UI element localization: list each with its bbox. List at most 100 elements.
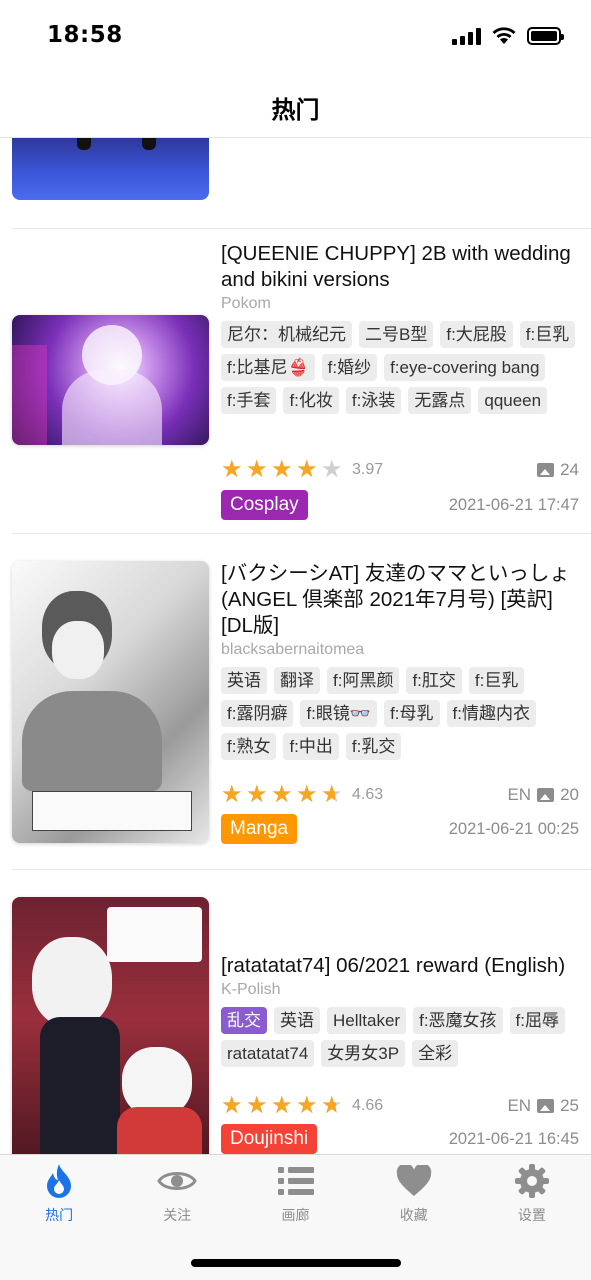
tag[interactable]: f:乳交 — [345, 733, 402, 760]
tag[interactable]: f:巨乳 — [519, 321, 576, 348]
flame-icon — [39, 1161, 79, 1201]
battery-icon — [527, 26, 564, 45]
nav-header: 热门 — [0, 78, 591, 138]
tab-label: 画廊 — [281, 1208, 310, 1224]
gallery-list[interactable]: [QUEENIE CHUPPY] 2B with wedding and bik… — [0, 138, 591, 1154]
star-icon: ★★ — [321, 780, 343, 808]
star-icon: ★★ — [221, 455, 243, 483]
item-date: 2021-06-21 00:25 — [448, 820, 579, 838]
item-uploader: Pokom — [221, 295, 271, 312]
status-icons — [452, 26, 564, 45]
star-icon: ★★ — [246, 780, 268, 808]
star-icon: ★★ — [271, 455, 293, 483]
tag[interactable]: f:肛交 — [406, 667, 462, 694]
tag[interactable]: ratatatat74 — [221, 1040, 315, 1067]
tag[interactable]: f:泳装 — [345, 387, 402, 414]
item-title: [QUEENIE CHUPPY] 2B with wedding and bik… — [221, 242, 571, 291]
star-icon: ★★ — [221, 1091, 243, 1119]
tab-label: 收藏 — [399, 1208, 428, 1224]
tag[interactable]: 尼尔：机械纪元 — [221, 321, 352, 348]
list-item[interactable]: [QUEENIE CHUPPY] 2B with wedding and bik… — [0, 228, 591, 533]
tag[interactable]: f:屈辱 — [509, 1007, 565, 1034]
tab-favorites[interactable]: 收藏 — [355, 1155, 473, 1235]
tab-label: 关注 — [163, 1208, 192, 1224]
item-meta: ★ ★ ★ ★ ★ ★ ★ ★ ★ ★ 4.63 EN 20 — [221, 780, 579, 809]
tag-list: 乱交 英语 Helltaker f:恶魔女孩 f:屈辱 ratatatat74 … — [221, 1007, 579, 1067]
tag-highlighted[interactable]: 乱交 — [221, 1007, 267, 1034]
item-meta: ★ ★ ★ ★ ★ ★ ★ ★ ★ ★ 4.66 EN 25 — [221, 1091, 579, 1120]
tag[interactable]: f:婚纱 — [321, 354, 378, 381]
tab-following[interactable]: 关注 — [118, 1155, 236, 1235]
image-icon — [537, 788, 555, 802]
rating-stars: ★ ★ ★ ★ ★ ★ ★ ★ ★ ★ 4.63 — [221, 780, 384, 808]
star-icon: ★★ — [321, 1091, 343, 1119]
star-icon: ★★ — [271, 1091, 293, 1119]
page-title: 热门 — [271, 96, 320, 124]
home-indicator — [191, 1259, 401, 1267]
tag[interactable]: f:eye-covering bang — [384, 354, 546, 381]
tag[interactable]: 英语 — [221, 667, 267, 694]
image-icon — [537, 463, 555, 477]
tag-list: 尼尔：机械纪元 二号B型 f:大屁股 f:巨乳 f:比基尼👙 f:婚纱 f:ey… — [221, 321, 579, 414]
category-badge: Doujinshi — [221, 1124, 318, 1154]
tag-list: 英语 翻译 f:阿黑颜 f:肛交 f:巨乳 f:露阴癖 f:眼镜👓 f:母乳 f… — [221, 667, 579, 760]
tag[interactable]: f:熟女 — [221, 733, 277, 760]
page-count: EN 20 — [507, 785, 579, 805]
star-icon: ★★ — [246, 455, 268, 483]
tab-settings[interactable]: 设置 — [473, 1155, 591, 1235]
tag[interactable]: f:中出 — [283, 733, 339, 760]
gear-icon — [512, 1161, 552, 1201]
star-icon: ★★ — [296, 455, 318, 483]
tag[interactable]: 全彩 — [412, 1040, 459, 1067]
tag[interactable]: 无露点 — [408, 387, 472, 414]
tag[interactable]: 翻译 — [274, 667, 320, 694]
tag[interactable]: f:巨乳 — [468, 667, 525, 694]
tag[interactable]: f:恶魔女孩 — [413, 1007, 503, 1034]
item-thumbnail[interactable] — [12, 561, 209, 843]
tag[interactable]: Helltaker — [327, 1007, 407, 1034]
star-icon: ★★ — [271, 780, 293, 808]
item-footer: Cosplay 2021-06-21 17:47 — [221, 490, 579, 520]
category-badge: Cosplay — [221, 490, 308, 520]
tag[interactable]: f:阿黑颜 — [327, 667, 400, 694]
star-icon: ★★ — [296, 780, 318, 808]
eye-icon — [157, 1161, 198, 1201]
tag[interactable]: f:眼镜👓 — [300, 700, 378, 727]
status-bar: 18:58 — [0, 0, 591, 78]
tag[interactable]: f:手套 — [221, 387, 277, 414]
tab-hot[interactable]: 热门 — [0, 1155, 118, 1235]
tag[interactable]: 英语 — [274, 1007, 320, 1034]
tag[interactable]: f:情趣内衣 — [446, 700, 536, 727]
tag[interactable]: qqueen — [478, 387, 548, 414]
item-thumbnail[interactable] — [12, 315, 209, 445]
item-meta: ★★★★★★★★★★3.97 24 — [221, 455, 579, 484]
item-uploader: K-Polish — [221, 981, 281, 998]
rating-stars: ★ ★ ★ ★ ★ ★ ★ ★ ★ ★ 4.66 — [221, 1091, 384, 1119]
item-thumbnail[interactable] — [12, 897, 209, 1154]
tag[interactable]: 二号B型 — [359, 321, 434, 348]
tag[interactable]: f:比基尼👙 — [221, 354, 315, 381]
rating-value: 4.66 — [352, 1096, 384, 1114]
rating-value: 4.63 — [352, 785, 384, 803]
tab-label: 热门 — [45, 1208, 74, 1224]
previous-item-thumbnail[interactable] — [12, 138, 209, 200]
page-count: EN 25 — [507, 1096, 579, 1116]
cellular-signal-icon — [452, 27, 481, 45]
tab-bar: 热门 关注 画廊 收藏 设置 — [0, 1154, 591, 1280]
item-title: [バクシーシAT] 友達のママといっしょ (ANGEL 倶楽部 2021年7月号… — [221, 562, 570, 637]
tab-gallery[interactable]: 画廊 — [236, 1155, 354, 1235]
item-date: 2021-06-21 16:45 — [448, 1130, 579, 1148]
list-icon — [276, 1161, 316, 1201]
star-icon: ★★ — [246, 1091, 268, 1119]
language-label: EN — [507, 785, 532, 804]
tag[interactable]: f:大屁股 — [440, 321, 513, 348]
star-icon: ★★ — [221, 780, 243, 808]
tag[interactable]: 女男女3P — [321, 1040, 406, 1067]
tab-label: 设置 — [517, 1208, 546, 1224]
image-icon — [537, 1099, 555, 1113]
tag[interactable]: f:露阴癖 — [221, 700, 294, 727]
tag[interactable]: f:母乳 — [384, 700, 440, 727]
tag[interactable]: f:化妆 — [283, 387, 339, 414]
item-date: 2021-06-21 17:47 — [448, 496, 579, 514]
star-icon: ★★ — [296, 1091, 318, 1119]
